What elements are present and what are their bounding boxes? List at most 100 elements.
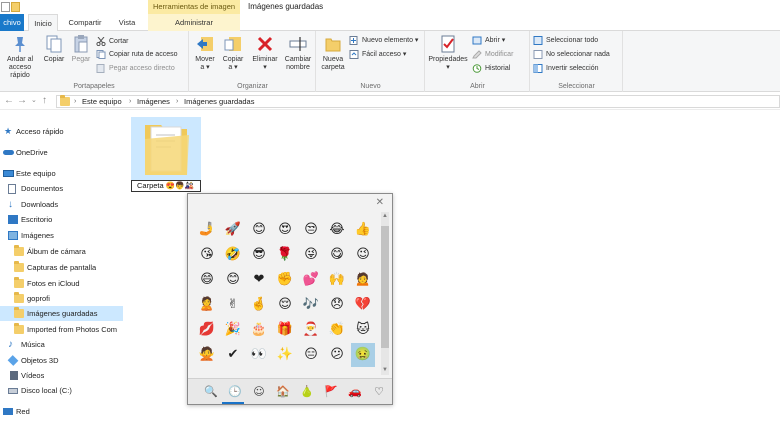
emoji-button[interactable]: 🤞 [250, 296, 268, 314]
nav-documentos[interactable]: Documentos [0, 181, 63, 196]
emoji-button[interactable]: 😍 [276, 221, 294, 239]
copy-path-button[interactable]: Copiar ruta de acceso [96, 49, 177, 60]
emoji-button[interactable]: 😞 [328, 296, 346, 314]
forward-arrow-icon[interactable]: → [17, 95, 27, 107]
emoji-button[interactable]: 🌹 [276, 246, 294, 264]
nav-goprofi[interactable]: goprofi [0, 291, 50, 306]
new-item-button[interactable]: Nuevo elemento ▾ [349, 35, 418, 46]
emoji-button[interactable]: 🎂 [250, 321, 268, 339]
nav-disco-local[interactable]: Disco local (C:) [0, 383, 72, 398]
emoji-button[interactable]: 🎉 [224, 321, 242, 339]
emoji-button[interactable]: 🚀 [224, 221, 242, 239]
tab-inicio[interactable]: Inicio [28, 14, 58, 32]
nav-capturas[interactable]: Capturas de pantalla [0, 260, 96, 275]
rename-button[interactable]: Cambiar nombre [282, 34, 314, 72]
close-icon[interactable]: ✕ [376, 197, 384, 208]
nav-objetos-3d[interactable]: Objetos 3D [0, 353, 59, 368]
pin-quick-access-button[interactable]: Andar al acceso rápido [0, 34, 40, 80]
emoji-button[interactable]: 👍 [354, 221, 372, 239]
emoji-button[interactable]: 😉 [354, 246, 372, 264]
new-folder-button[interactable]: Nueva carpeta [319, 34, 347, 72]
emoji-button[interactable]: 🎶 [302, 296, 320, 314]
emoji-button[interactable]: ✨ [276, 346, 294, 364]
nav-onedrive[interactable]: OneDrive [0, 145, 48, 160]
history-button[interactable]: Historial [472, 63, 510, 74]
nav-musica[interactable]: ♪ Música [0, 337, 45, 352]
tab-archivo[interactable]: chivo [0, 14, 24, 31]
nav-escritorio[interactable]: Escritorio [0, 212, 52, 227]
nav-imported[interactable]: Imported from Photos Com [0, 322, 123, 337]
emoji-button[interactable]: 🙌 [328, 271, 346, 289]
quick-access-properties-icon[interactable] [1, 2, 10, 12]
nav-videos[interactable]: Vídeos [0, 368, 44, 383]
easy-access-button[interactable]: Fácil acceso ▾ [349, 49, 406, 60]
emoji-button[interactable]: 🎁 [276, 321, 294, 339]
nav-red[interactable]: Red [0, 404, 30, 419]
emoji-button[interactable]: 😋 [328, 246, 346, 264]
breadcrumb-imagenes-guardadas[interactable]: Imágenes guardadas [184, 96, 254, 107]
invert-selection-button[interactable]: Invertir selección [533, 63, 599, 74]
emoji-button[interactable]: 😘 [198, 246, 216, 264]
emoji-button[interactable]: ✌ [224, 296, 242, 314]
emoji-button[interactable]: 😄 [198, 271, 216, 289]
back-arrow-icon[interactable]: ← [4, 95, 14, 107]
breadcrumb-este-equipo[interactable]: Este equipo [82, 96, 122, 107]
delete-button[interactable]: Eliminar ▾ [250, 34, 280, 72]
nav-imagenes[interactable]: Imágenes [0, 228, 54, 243]
emoji-button[interactable]: 😒 [302, 221, 320, 239]
quick-access-folder-icon[interactable] [11, 2, 20, 12]
nav-downloads[interactable]: ↓ Downloads [0, 197, 58, 212]
folder-item-selected[interactable] [131, 117, 201, 182]
address-bar[interactable]: › Este equipo › Imágenes › Imágenes guar… [56, 95, 780, 108]
emoji-button[interactable]: 👀 [250, 346, 268, 364]
up-arrow-icon[interactable]: ↑ [42, 95, 47, 107]
breadcrumb-imagenes[interactable]: Imágenes [137, 96, 170, 107]
emoji-button[interactable]: 😊 [224, 271, 242, 289]
emoji-button[interactable]: 🙅 [198, 346, 216, 364]
emoji-button[interactable]: 🙎 [198, 296, 216, 314]
edit-button[interactable]: Modificar [472, 49, 513, 60]
emoji-button[interactable]: 😑 [302, 346, 320, 364]
move-to-button[interactable]: Mover a ▾ [192, 34, 218, 72]
emoji-button[interactable]: 😕 [328, 346, 346, 364]
emoji-button[interactable]: 💕 [302, 271, 320, 289]
emoji-button[interactable]: 💔 [354, 296, 372, 314]
recent-dropdown-icon[interactable]: ⌄ [31, 95, 37, 107]
emoji-button[interactable]: 🤣 [224, 246, 242, 264]
nav-album-camara[interactable]: Álbum de cámara [0, 244, 86, 259]
emoji-button[interactable]: 🎅 [302, 321, 320, 339]
recent-clock-icon[interactable]: 🕒 [226, 384, 244, 400]
nav-este-equipo[interactable]: Este equipo [0, 166, 56, 181]
heart-icon[interactable]: ♡ [370, 384, 388, 400]
scroll-up-icon[interactable]: ▲ [381, 212, 389, 221]
emoji-button[interactable]: 😜 [302, 246, 320, 264]
scroll-thumb[interactable] [381, 226, 389, 348]
emoji-button[interactable]: 👏 [328, 321, 346, 339]
select-none-button[interactable]: No seleccionar nada [533, 49, 610, 60]
quick-access-toolbar[interactable] [0, 1, 20, 13]
emoji-button[interactable]: 🙍 [354, 271, 372, 289]
nav-imagenes-guardadas[interactable]: Imágenes guardadas [0, 306, 123, 321]
select-all-button[interactable]: Seleccionar todo [533, 35, 598, 46]
nav-acceso-rapido[interactable]: ★ Acceso rápido [0, 124, 64, 139]
emoji-scrollbar[interactable]: ▲ ▼ [381, 212, 389, 375]
car-icon[interactable]: 🚗 [346, 384, 364, 400]
search-icon[interactable]: 🔍 [202, 384, 220, 400]
properties-button[interactable]: Propiedades ▾ [428, 34, 468, 72]
nav-fotos-icloud[interactable]: Fotos en iCloud [0, 276, 80, 291]
flag-icon[interactable]: 🚩 [322, 384, 340, 400]
smiley-icon[interactable]: ☺ [250, 384, 268, 400]
emoji-button[interactable]: ✊ [276, 271, 294, 289]
tab-administrar[interactable]: Administrar [148, 14, 240, 31]
emoji-button[interactable]: 🤳 [198, 221, 216, 239]
emoji-button[interactable]: 😌 [276, 296, 294, 314]
paste-shortcut-button[interactable]: Pegar acceso directo [96, 63, 175, 74]
emoji-button[interactable]: 🐱 [354, 321, 372, 339]
paste-button[interactable]: Pegar [68, 34, 94, 64]
emoji-button[interactable]: 😂 [328, 221, 346, 239]
tab-vista[interactable]: Vista [112, 14, 142, 31]
food-icon[interactable]: 🍐 [298, 384, 316, 400]
tab-compartir[interactable]: Compartir [62, 14, 108, 31]
rename-input[interactable]: Carpeta 😍👦🎎 [131, 180, 201, 192]
emoji-button[interactable]: ✔ [224, 346, 242, 364]
